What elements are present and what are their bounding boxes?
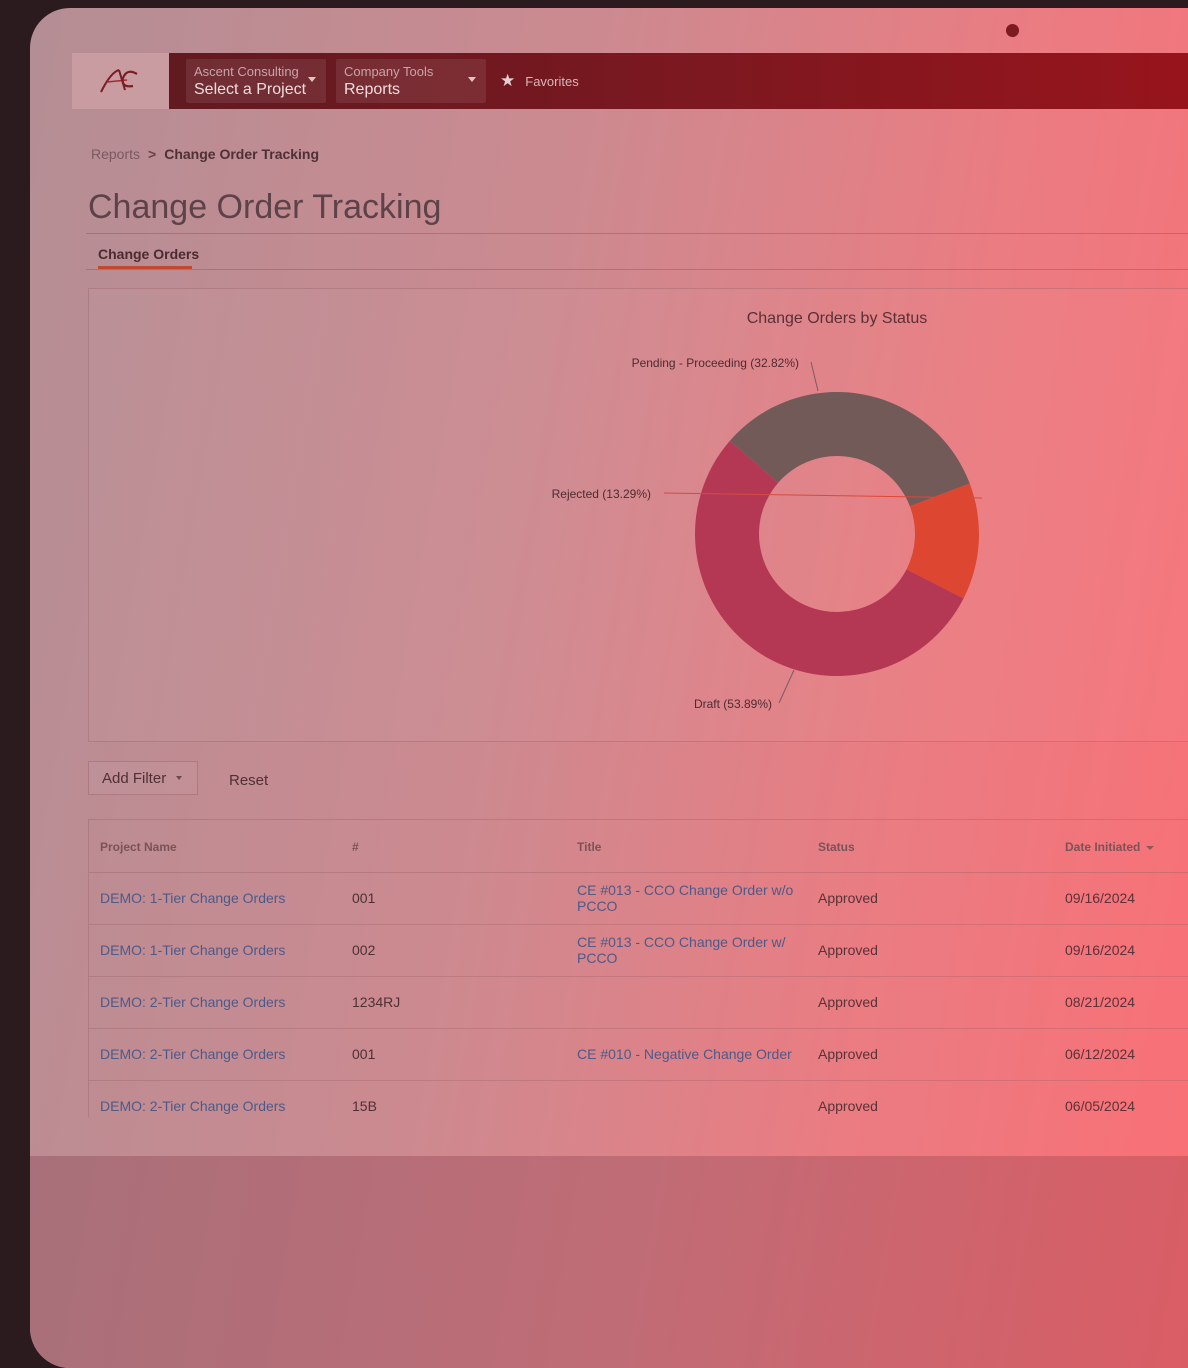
- date-initiated: 09/16/2024: [1065, 890, 1136, 906]
- date-initiated: 06/05/2024: [1065, 1098, 1136, 1114]
- company-tools-value: Reports: [344, 81, 401, 98]
- column-header-title[interactable]: Title: [577, 840, 601, 854]
- status-text: Approved: [818, 890, 878, 906]
- column-header-number[interactable]: #: [352, 840, 359, 854]
- column-header-project[interactable]: Project Name: [100, 840, 177, 854]
- column-header-date[interactable]: Date Initiated: [1065, 840, 1155, 854]
- order-number: 15B: [352, 1098, 377, 1114]
- add-filter-button[interactable]: Add Filter: [88, 761, 198, 795]
- order-title-link[interactable]: [577, 976, 807, 1028]
- date-initiated: 06/12/2024: [1065, 1046, 1136, 1062]
- status-text: Approved: [818, 1046, 878, 1062]
- order-title-link[interactable]: [577, 1080, 807, 1132]
- breadcrumb-current: Change Order Tracking: [164, 146, 320, 162]
- status-text: Approved: [818, 942, 878, 958]
- order-number: 001: [352, 1046, 376, 1062]
- project-selector-value: Select a Project: [194, 81, 307, 98]
- slice-leader-line: [810, 361, 819, 392]
- project-link[interactable]: DEMO: 1-Tier Change Orders: [100, 872, 285, 924]
- slice-data-label: Pending - Proceeding (32.82%): [632, 356, 799, 370]
- order-title-link[interactable]: CE #013 - CCO Change Order w/ PCCO: [577, 924, 807, 976]
- table-row[interactable]: DEMO: 2-Tier Change Orders 15B Approved …: [89, 1080, 1188, 1132]
- order-title-link[interactable]: CE #010 - Negative Change Order: [577, 1028, 807, 1080]
- status-donut-chart: Change Orders by Status Pending - Procee…: [552, 310, 983, 711]
- laptop-frame: Ascent Consulting Select a Project Compa…: [30, 8, 1188, 1368]
- change-orders-table: Project Name # Title Status Date Initiat…: [88, 819, 1188, 1117]
- project-selector-dropdown[interactable]: Ascent Consulting Select a Project: [186, 59, 326, 103]
- status-text: Approved: [818, 994, 878, 1010]
- date-initiated: 09/16/2024: [1065, 942, 1136, 958]
- project-link[interactable]: DEMO: 2-Tier Change Orders: [100, 976, 285, 1028]
- app-window: Ascent Consulting Select a Project Compa…: [72, 53, 1188, 1117]
- table-row[interactable]: DEMO: 1-Tier Change Orders 001 CE #013 -…: [89, 872, 1188, 925]
- divider: [86, 233, 1188, 234]
- project-link[interactable]: DEMO: 2-Tier Change Orders: [100, 1080, 285, 1132]
- chevron-right-icon: >: [148, 146, 157, 162]
- laptop-base: [30, 1156, 1188, 1368]
- divider: [86, 269, 1188, 270]
- company-logo[interactable]: [72, 53, 169, 109]
- table-row[interactable]: DEMO: 2-Tier Change Orders 001 CE #010 -…: [89, 1028, 1188, 1081]
- table-row[interactable]: DEMO: 1-Tier Change Orders 002 CE #013 -…: [89, 924, 1188, 977]
- column-header-status[interactable]: Status: [818, 840, 855, 854]
- company-tools-label: Company Tools: [344, 64, 434, 79]
- star-icon: ★: [500, 71, 516, 90]
- favorites-menu[interactable]: ★ Favorites: [500, 71, 579, 91]
- page-title: Change Order Tracking: [88, 188, 442, 226]
- project-link[interactable]: DEMO: 1-Tier Change Orders: [100, 924, 285, 976]
- chevron-down-icon: [308, 77, 316, 82]
- breadcrumb-reports-link[interactable]: Reports: [91, 146, 140, 162]
- order-title-link[interactable]: CE #013 - CCO Change Order w/o PCCO: [577, 872, 807, 924]
- order-number: 1234RJ: [352, 994, 401, 1010]
- order-number: 002: [352, 942, 376, 958]
- chart-panel: Change Orders by Status Pending - Procee…: [88, 288, 1188, 742]
- camera-dot: [1006, 24, 1019, 37]
- status-text: Approved: [818, 1098, 878, 1114]
- table-header: Project Name # Title Status Date Initiat…: [89, 820, 1188, 873]
- sort-desc-icon: [1146, 845, 1155, 850]
- chevron-down-icon: [176, 776, 183, 780]
- slice-data-label: Draft (53.89%): [694, 697, 772, 711]
- project-link[interactable]: DEMO: 2-Tier Change Orders: [100, 1028, 285, 1080]
- breadcrumb: Reports > Change Order Tracking: [91, 146, 319, 162]
- company-tools-dropdown[interactable]: Company Tools Reports: [336, 59, 486, 103]
- date-initiated: 08/21/2024: [1065, 994, 1136, 1010]
- slice-data-label: Rejected (13.29%): [552, 487, 651, 501]
- slice-leader-line: [778, 669, 795, 704]
- table-row[interactable]: DEMO: 2-Tier Change Orders 1234RJ Approv…: [89, 976, 1188, 1029]
- chevron-down-icon: [468, 77, 476, 82]
- reset-button[interactable]: Reset: [229, 772, 268, 789]
- logo-mark: [99, 69, 138, 93]
- company-name-label: Ascent Consulting: [194, 64, 299, 79]
- order-number: 001: [352, 890, 376, 906]
- tab-change-orders[interactable]: Change Orders: [98, 246, 199, 262]
- column-header-date-label: Date Initiated: [1065, 840, 1141, 854]
- top-navigation-bar: Ascent Consulting Select a Project Compa…: [72, 53, 1188, 109]
- favorites-label: Favorites: [525, 73, 579, 89]
- add-filter-label: Add Filter: [102, 769, 167, 787]
- chart-title: Change Orders by Status: [747, 310, 928, 327]
